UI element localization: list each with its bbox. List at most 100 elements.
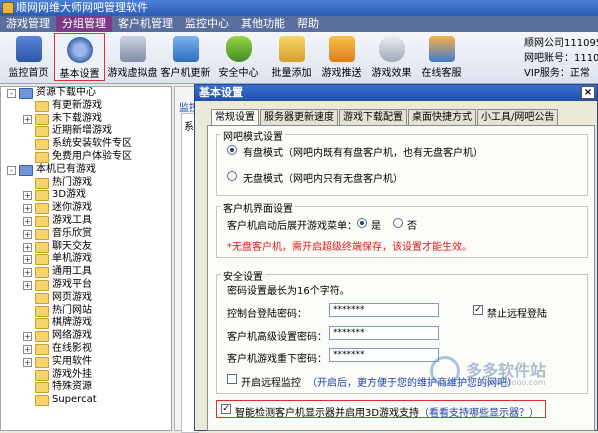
tab-server-update-speed[interactable]: 服务器更新速度 xyxy=(260,109,338,125)
tree-item[interactable]: 棋牌游戏 xyxy=(1,317,171,330)
expand-icon[interactable]: + xyxy=(23,216,32,226)
tab-tools-announcement[interactable]: 小工具/网吧公告 xyxy=(477,109,559,125)
window-titlebar: 顺网网维大师网吧管理软件 xyxy=(0,0,598,16)
tree-item[interactable]: 系统安装软件专区 xyxy=(1,138,171,151)
tree-item[interactable]: 近期新增游戏 xyxy=(1,125,171,138)
tree-item[interactable]: + 迷你游戏 xyxy=(1,202,171,215)
tab-general-settings[interactable]: 常规设置 xyxy=(211,109,259,126)
expand-icon[interactable]: + xyxy=(23,268,32,278)
tree-item-label: 特殊资源 xyxy=(52,381,92,393)
folder-icon xyxy=(35,343,49,355)
folder-icon xyxy=(35,126,49,138)
tree-item[interactable]: 有更新游戏 xyxy=(1,100,171,113)
tree-item-label: 网络游戏 xyxy=(52,330,92,342)
user-company: 顺网公司111095 xyxy=(524,38,598,49)
tree-item-label: 实用软件 xyxy=(52,355,92,367)
gear-icon xyxy=(66,37,93,63)
tree-item-label: 游戏外挂 xyxy=(52,368,92,380)
tree-item[interactable]: 网页游戏 xyxy=(1,292,171,305)
tree-item-label: 系统安装软件专区 xyxy=(52,138,132,150)
tree-item-label: 单机游戏 xyxy=(52,253,92,265)
tree-item[interactable]: + 游戏平台 xyxy=(1,279,171,292)
tree-item-label: 迷你游戏 xyxy=(52,202,92,214)
expand-no-radio[interactable] xyxy=(393,218,403,228)
advanced-password-field[interactable]: ******* xyxy=(329,326,439,340)
menu-group-management[interactable]: 分组管理 xyxy=(56,16,112,32)
tab-game-download-config[interactable]: 游戏下载配置 xyxy=(339,109,407,125)
expand-icon[interactable]: + xyxy=(23,280,32,290)
expand-icon[interactable]: + xyxy=(23,229,32,239)
user-account: 网吧账号：1110 xyxy=(524,53,598,64)
folder-icon xyxy=(35,151,49,163)
tree-item[interactable]: +3D游戏 xyxy=(1,189,171,202)
menu-monitor-center[interactable]: 监控中心 xyxy=(179,16,235,32)
expand-icon[interactable]: + xyxy=(23,332,32,342)
folder-icon xyxy=(19,88,33,99)
tree-item-label: 音乐欣赏 xyxy=(52,227,92,239)
tree-item[interactable]: Supercat xyxy=(1,394,171,407)
menu-game-management[interactable]: 游戏管理 xyxy=(0,16,56,32)
folder-icon xyxy=(35,228,49,240)
toolbar-monitor-home-button[interactable]: 监控首页 xyxy=(3,33,54,81)
remote-monitor-checkbox[interactable] xyxy=(227,374,237,384)
tree-item[interactable]: 游戏外挂 xyxy=(1,369,171,382)
disable-remote-login-checkbox[interactable]: ✓ xyxy=(473,305,483,315)
tree-item[interactable]: + 单机游戏 xyxy=(1,253,171,266)
watermark-url: www.ddooo.com xyxy=(480,378,546,387)
expand-yes-radio[interactable] xyxy=(357,218,367,228)
tree-item[interactable]: 特殊资源 xyxy=(1,381,171,394)
toolbar-security-center-button[interactable]: 安全中心 xyxy=(213,33,264,81)
tab-desktop-shortcuts[interactable]: 桌面快捷方式 xyxy=(408,109,476,125)
console-password-field[interactable]: ******* xyxy=(329,303,439,317)
menu-client-management[interactable]: 客户机管理 xyxy=(112,16,179,32)
expand-icon[interactable]: + xyxy=(23,255,32,265)
toolbar-batch-add-button[interactable]: 批量添加 xyxy=(266,33,317,81)
expand-icon[interactable]: + xyxy=(23,357,32,367)
collapse-icon[interactable]: - xyxy=(7,89,16,98)
detect-3d-checkbox[interactable]: ✓ xyxy=(221,404,231,414)
expand-icon[interactable]: + xyxy=(23,344,32,354)
supported-monitors-link[interactable]: （看看支持哪些显示器？） xyxy=(419,404,539,419)
tree-item[interactable]: 免费用户体验专区 xyxy=(1,151,171,164)
tree-item[interactable]: 热门游戏 xyxy=(1,177,171,190)
collapse-icon[interactable]: - xyxy=(7,165,16,175)
user-info: 顺网公司111095 网吧账号：1110 VIP服务：正常 xyxy=(524,36,598,81)
cafe-mode-group: 网吧模式设置 有盘模式（网吧内既有有盘客户机，也有无盘客户机） 无盘模式（网吧内… xyxy=(216,128,588,196)
toolbar-basic-settings-button[interactable]: 基本设置 xyxy=(54,33,105,81)
remote-monitor-label: 开启远程监控 xyxy=(241,378,301,389)
folder-add-icon xyxy=(278,36,305,62)
toolbar-online-service-button[interactable]: 在线客服 xyxy=(416,33,467,81)
close-icon[interactable]: × xyxy=(581,86,595,99)
tree-item[interactable]: 热门网站 xyxy=(1,305,171,318)
toolbar-game-effect-button[interactable]: 游戏效果 xyxy=(366,33,417,81)
expand-icon[interactable]: + xyxy=(23,191,32,201)
tree-item[interactable]: + 音乐欣赏 xyxy=(1,228,171,241)
tree-item[interactable]: + 通用工具 xyxy=(1,266,171,279)
tree-item[interactable]: + 在线影视 xyxy=(1,343,171,356)
tree-item-label: 热门游戏 xyxy=(52,176,92,188)
tree-item[interactable]: + 未下载游戏 xyxy=(1,113,171,126)
folder-icon xyxy=(35,318,49,330)
diskless-mode-radio[interactable] xyxy=(227,171,237,181)
tree-item[interactable]: + 聊天交友 xyxy=(1,241,171,254)
folder-icon xyxy=(35,395,49,407)
tree-item[interactable]: - 资源下载中心 xyxy=(1,87,171,100)
tree-item[interactable]: + 游戏工具 xyxy=(1,215,171,228)
folder-icon xyxy=(35,100,49,112)
menu-other-functions[interactable]: 其他功能 xyxy=(235,16,291,32)
disk-mode-radio[interactable] xyxy=(227,145,237,155)
tree-item[interactable]: + 网络游戏 xyxy=(1,330,171,343)
toolbar-game-push-button[interactable]: 游戏推送 xyxy=(316,33,367,81)
client-interface-group: 客户机界面设置 客户机启动后展开游戏菜单： 是 否 *无盘客户机，需开启超级终端… xyxy=(216,200,588,258)
tree-item[interactable]: - 本机已有游戏 xyxy=(1,164,171,177)
detect-3d-label: 智能检测客户机显示器并启用3D游戏支持 xyxy=(235,408,420,419)
menu-help[interactable]: 帮助 xyxy=(291,16,325,32)
expand-icon[interactable]: + xyxy=(23,114,32,124)
redownload-password-field[interactable]: ******* xyxy=(329,348,439,362)
toolbar-game-virtual-disk-button[interactable]: 游戏虚拟盘 xyxy=(107,33,158,81)
folder-icon xyxy=(35,177,49,189)
tree-item[interactable]: + 实用软件 xyxy=(1,356,171,369)
toolbar-client-update-button[interactable]: 客户机更新 xyxy=(160,33,211,81)
expand-icon[interactable]: + xyxy=(23,242,32,252)
expand-icon[interactable]: + xyxy=(23,204,32,214)
